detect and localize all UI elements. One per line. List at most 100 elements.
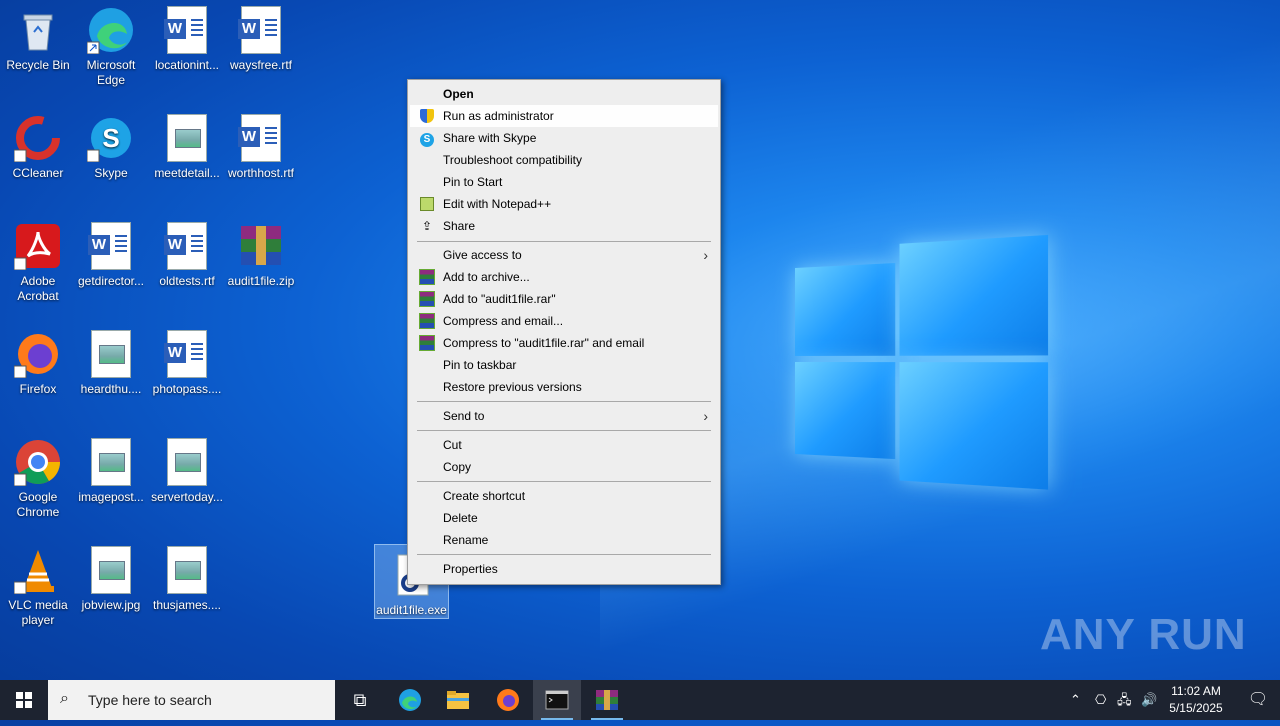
word-doc-icon: W bbox=[237, 6, 285, 54]
menu-item-delete[interactable]: Delete bbox=[410, 507, 718, 529]
chrome-icon bbox=[13, 438, 62, 487]
menu-item-troubleshoot-compatibility[interactable]: Troubleshoot compatibility bbox=[410, 149, 718, 171]
show-hidden-icons-chevron-icon[interactable]: ⌃ bbox=[1070, 680, 1081, 720]
vlc-icon bbox=[13, 546, 62, 595]
menu-item-compress-to-rar-and-email[interactable]: Compress to "audit1file.rar" and email bbox=[410, 332, 718, 354]
winrar-icon bbox=[419, 291, 435, 307]
taskbar: ⌕ Type here to search ⧉ ⌃ ⎔ 🖧 🔊 11:02 AM… bbox=[0, 680, 1280, 720]
desktop-icon-oldtests[interactable]: W oldtests.rtf bbox=[149, 216, 225, 289]
menu-item-add-to-archive[interactable]: Add to archive... bbox=[410, 266, 718, 288]
word-doc-icon: W bbox=[163, 330, 211, 378]
menu-item-rename[interactable]: Rename bbox=[410, 529, 718, 551]
notepadpp-icon bbox=[420, 197, 434, 211]
menu-item-cut[interactable]: Cut bbox=[410, 434, 718, 456]
desktop-icon-jobview[interactable]: jobview.jpg bbox=[73, 540, 149, 613]
desktop-icon-firefox[interactable]: Firefox bbox=[0, 324, 76, 397]
menu-item-share-with-skype[interactable]: S Share with Skype bbox=[410, 127, 718, 149]
word-doc-icon: W bbox=[163, 222, 211, 270]
desktop-icon-recycle-bin[interactable]: Recycle Bin bbox=[0, 0, 76, 73]
menu-separator bbox=[417, 241, 711, 242]
firefox-icon bbox=[13, 330, 62, 379]
menu-item-copy[interactable]: Copy bbox=[410, 456, 718, 478]
menu-item-pin-to-start[interactable]: Pin to Start bbox=[410, 171, 718, 193]
menu-separator bbox=[417, 430, 711, 431]
image-file-icon bbox=[87, 438, 135, 486]
desktop-icon-servertoday[interactable]: servertoday... bbox=[149, 432, 225, 505]
winrar-icon bbox=[419, 313, 435, 329]
word-doc-icon: W bbox=[237, 114, 285, 162]
svg-text:S: S bbox=[102, 123, 119, 153]
firefox-icon bbox=[497, 689, 519, 711]
chevron-right-icon: › bbox=[703, 408, 708, 424]
winrar-icon bbox=[596, 690, 618, 710]
image-file-icon bbox=[87, 330, 135, 378]
menu-separator bbox=[417, 481, 711, 482]
taskbar-winrar-button[interactable] bbox=[583, 680, 631, 720]
skype-icon: S bbox=[86, 114, 135, 163]
desktop-icon-waysfree[interactable]: W waysfree.rtf bbox=[223, 0, 299, 73]
desktop-icon-photopass[interactable]: W photopass.... bbox=[149, 324, 225, 397]
desktop-icon-imagepost[interactable]: imagepost... bbox=[73, 432, 149, 505]
menu-item-add-to-rar[interactable]: Add to "audit1file.rar" bbox=[410, 288, 718, 310]
start-button[interactable] bbox=[0, 680, 48, 720]
word-doc-icon: W bbox=[87, 222, 135, 270]
desktop-icon-thusjames[interactable]: thusjames.... bbox=[149, 540, 225, 613]
menu-item-share[interactable]: ⇪ Share bbox=[410, 215, 718, 237]
network-icon[interactable]: 🖧 bbox=[1117, 680, 1132, 720]
meet-now-icon[interactable]: ⎔ bbox=[1095, 680, 1106, 720]
menu-item-create-shortcut[interactable]: Create shortcut bbox=[410, 485, 718, 507]
menu-item-edit-with-notepadpp[interactable]: Edit with Notepad++ bbox=[410, 193, 718, 215]
taskbar-edge-button[interactable] bbox=[386, 680, 434, 720]
desktop-icon-worthhost[interactable]: W worthhost.rtf bbox=[223, 108, 299, 181]
desktop-icon-meetdetail[interactable]: meetdetail... bbox=[149, 108, 225, 181]
image-file-icon bbox=[163, 114, 211, 162]
menu-item-properties[interactable]: Properties bbox=[410, 558, 718, 580]
menu-item-pin-to-taskbar[interactable]: Pin to taskbar bbox=[410, 354, 718, 376]
menu-item-give-access-to[interactable]: Give access to › bbox=[410, 244, 718, 266]
desktop-icon-acrobat[interactable]: Adobe Acrobat bbox=[0, 216, 76, 304]
desktop-icon-ccleaner[interactable]: CCleaner bbox=[0, 108, 76, 181]
desktop-icon-heardthu[interactable]: heardthu.... bbox=[73, 324, 149, 397]
taskbar-cmd-button[interactable] bbox=[533, 680, 581, 720]
menu-item-run-as-administrator[interactable]: Run as administrator bbox=[410, 105, 718, 127]
desktop-icon-edge[interactable]: Microsoft Edge bbox=[73, 0, 149, 88]
taskbar-file-explorer-button[interactable] bbox=[434, 680, 482, 720]
image-file-icon bbox=[163, 546, 211, 594]
menu-item-send-to[interactable]: Send to › bbox=[410, 405, 718, 427]
winrar-archive-icon bbox=[237, 222, 285, 270]
menu-separator bbox=[417, 401, 711, 402]
windows-wallpaper-logo bbox=[795, 223, 1049, 496]
search-box[interactable]: ⌕ Type here to search bbox=[48, 680, 335, 720]
edge-icon bbox=[86, 6, 135, 55]
uac-shield-icon bbox=[420, 109, 434, 123]
cmd-icon bbox=[545, 690, 569, 710]
desktop-icon-skype[interactable]: S Skype bbox=[73, 108, 149, 181]
menu-separator bbox=[417, 554, 711, 555]
desktop-icon-getdirector[interactable]: W getdirector... bbox=[73, 216, 149, 289]
search-icon: ⌕ bbox=[60, 690, 69, 707]
acrobat-icon bbox=[13, 222, 62, 271]
desktop-icon-locationint[interactable]: W locationint... bbox=[149, 0, 225, 73]
menu-item-compress-and-email[interactable]: Compress and email... bbox=[410, 310, 718, 332]
file-explorer-icon bbox=[447, 691, 469, 709]
task-view-icon[interactable]: ⧉ bbox=[336, 680, 384, 720]
desktop-icon-chrome[interactable]: Google Chrome bbox=[0, 432, 76, 520]
menu-item-restore-previous-versions[interactable]: Restore previous versions bbox=[410, 376, 718, 398]
context-menu: Open Run as administrator S Share with S… bbox=[407, 79, 721, 585]
winrar-icon bbox=[419, 335, 435, 351]
winrar-icon bbox=[419, 269, 435, 285]
menu-item-open[interactable]: Open bbox=[410, 83, 718, 105]
share-icon: ⇪ bbox=[421, 219, 433, 233]
word-doc-icon: W bbox=[163, 6, 211, 54]
clock-date: 5/15/2025 bbox=[1169, 701, 1223, 715]
clock-time: 11:02 AM bbox=[1171, 684, 1221, 698]
taskbar-firefox-button[interactable] bbox=[484, 680, 532, 720]
taskbar-clock[interactable]: 11:02 AM 5/15/2025 bbox=[1160, 683, 1232, 717]
windows-logo-icon bbox=[16, 692, 32, 708]
desktop-icon-audit1file-zip[interactable]: audit1file.zip bbox=[223, 216, 299, 289]
notification-center-icon[interactable]: 🗨 bbox=[1236, 680, 1280, 720]
image-file-icon bbox=[163, 438, 211, 486]
ccleaner-icon bbox=[13, 114, 62, 163]
volume-icon[interactable]: 🔊 bbox=[1141, 680, 1157, 720]
desktop-icon-vlc[interactable]: VLC media player bbox=[0, 540, 76, 628]
